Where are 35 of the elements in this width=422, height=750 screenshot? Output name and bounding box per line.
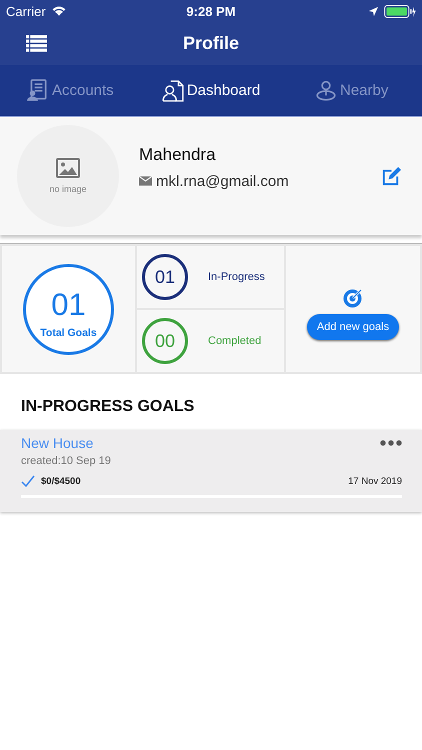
clock-time: 9:28 PM [186,4,236,18]
stat-label: In-Progress [208,271,265,283]
image-icon [56,158,80,178]
count-ring: 01 [142,254,188,300]
total-goals-count: 01 [51,287,86,323]
person-document-icon [162,79,184,102]
user-name: Mahendra [139,144,217,164]
checkmark-icon [21,475,35,487]
avatar-caption: no image [49,184,87,194]
screen-title: Profile [182,33,240,54]
goal-title: New House [21,435,94,451]
menu-icon[interactable] [26,35,47,52]
total-goals-label: Total Goals [40,327,97,339]
location-pin-icon [315,79,337,102]
add-goals-button[interactable]: Add new goals [306,314,400,340]
document-person-icon [26,79,49,102]
tab[interactable]: Dashboard [140,65,282,116]
edit-icon[interactable] [381,166,402,186]
carrier-label: Carrier [6,4,46,18]
goal-amount: $0/$4500 [41,476,82,486]
location-arrow-icon [368,6,379,16]
tab[interactable]: Nearby [281,65,422,116]
due-date: 17 Nov 2019 [348,476,402,486]
stat-label: Completed [208,335,262,347]
created-date: created:10 Sep 19 [21,455,112,467]
count-ring: 00 [142,318,188,364]
target-icon [343,288,363,308]
goal-card[interactable]: New House created:10 Sep 19 $0/$4500 17 Nov 2019 [0,430,422,512]
mail-icon [139,176,152,186]
more-icon[interactable] [380,440,402,446]
battery-icon [384,4,416,18]
section-title: IN-PROGRESS GOALS [20,397,196,417]
tab[interactable]: Accounts [0,65,141,116]
user-email: mkl.rna@gmail.com [156,172,289,190]
wifi-icon [50,5,67,17]
